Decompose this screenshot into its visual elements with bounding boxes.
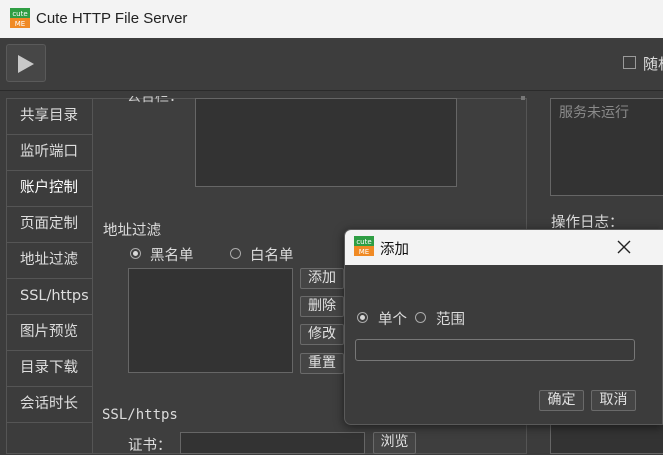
sidebar-item-ssl[interactable]: SSL/https (7, 279, 92, 315)
ssl-title: SSL/https (102, 407, 178, 423)
dialog-logo-icon: cute ME (354, 236, 374, 256)
close-icon[interactable] (614, 237, 634, 257)
svg-text:cute: cute (356, 238, 371, 246)
random-checkbox-label: 随机 (643, 55, 663, 73)
range-label: 范围 (436, 312, 465, 328)
notice-textarea[interactable] (195, 98, 457, 187)
server-status-text: 服务未运行 (559, 105, 629, 121)
sidebar-item-listen-port[interactable]: 监听端口 (7, 135, 92, 171)
range-radio[interactable] (415, 312, 426, 323)
svg-text:cute: cute (12, 10, 27, 18)
add-address-button[interactable]: 添加 (300, 268, 344, 289)
reset-address-button[interactable]: 重置 (300, 353, 344, 374)
browse-cert-button[interactable]: 浏览 (373, 432, 416, 454)
sidebar-item-page-custom[interactable]: 页面定制 (7, 207, 92, 243)
play-icon (18, 55, 34, 73)
window-title: Cute HTTP File Server (36, 10, 188, 27)
single-radio[interactable] (357, 312, 368, 323)
app-logo-icon: cute ME (10, 8, 30, 28)
cert-label: 证书： (128, 438, 172, 454)
sidebar-item-image-preview[interactable]: 图片预览 (7, 315, 92, 351)
svg-text:ME: ME (359, 248, 369, 256)
address-input[interactable] (355, 339, 635, 361)
sidebar-item-address-filter[interactable]: 地址过滤 (7, 243, 92, 279)
sidebar-item-account-control[interactable]: 账户控制 (7, 171, 92, 207)
svg-text:ME: ME (15, 20, 25, 28)
start-server-button[interactable] (6, 44, 46, 82)
address-filter-title: 地址过滤 (103, 223, 161, 239)
random-checkbox[interactable] (623, 56, 636, 69)
single-label: 单个 (378, 312, 407, 328)
dialog-title: 添加 (380, 242, 409, 258)
scroll-indicator[interactable] (521, 96, 525, 100)
toolbar (0, 38, 663, 91)
sidebar-item-session-duration[interactable]: 会话时长 (7, 387, 92, 423)
settings-sidebar: 共享目录 监听端口 账户控制 页面定制 地址过滤 SSL/https 图片预览 … (6, 98, 92, 454)
whitelist-label: 白名单 (250, 248, 294, 264)
cert-path-input[interactable] (180, 432, 365, 454)
cancel-button[interactable]: 取消 (591, 390, 636, 411)
blacklist-radio[interactable] (130, 248, 141, 259)
sidebar-item-shared-dir[interactable]: 共享目录 (7, 99, 92, 135)
modify-address-button[interactable]: 修改 (300, 324, 344, 345)
blacklist-label: 黑名单 (150, 248, 194, 264)
delete-address-button[interactable]: 删除 (300, 296, 344, 317)
ok-button[interactable]: 确定 (539, 390, 584, 411)
whitelist-radio[interactable] (230, 248, 241, 259)
address-list[interactable] (128, 268, 293, 373)
sidebar-item-dir-download[interactable]: 目录下载 (7, 351, 92, 387)
